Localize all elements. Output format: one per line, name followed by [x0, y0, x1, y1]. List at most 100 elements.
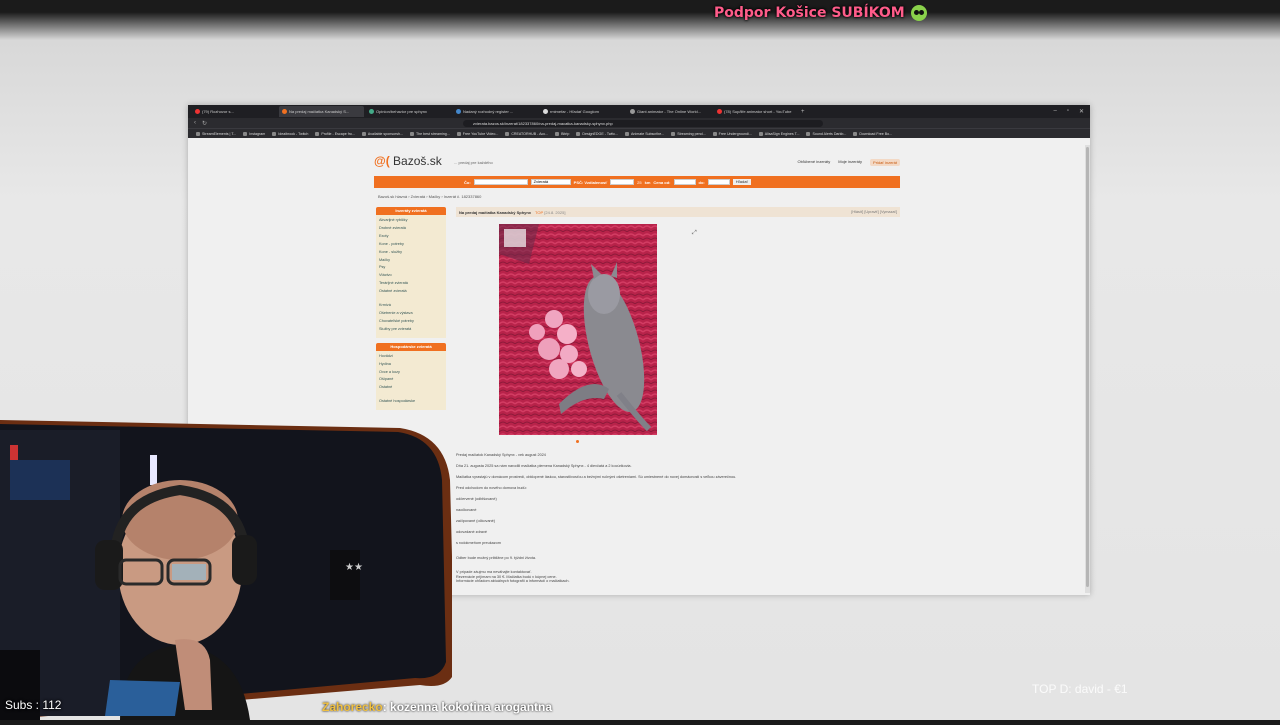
bookmark-item[interactable]: Instagram	[243, 131, 265, 136]
bookmark-item[interactable]: Free YouTube Video...	[456, 131, 498, 136]
window-controls: – ▫ ✕	[1053, 108, 1090, 115]
browser-tab-4[interactable]: rmimefar - Hľadať Googlom	[540, 106, 625, 117]
browser-tab-0[interactable]: (79) Rozhovor s...	[192, 106, 277, 117]
sidebar-item[interactable]: Ošetrenie a výstava	[379, 310, 443, 318]
back-icon[interactable]: ‹	[194, 120, 196, 126]
description-line: Pred odchodom do nového domova budú:	[456, 486, 527, 490]
psc-label: PSČ: Vzdialenosť	[573, 179, 608, 185]
search-label: Čo:	[464, 179, 471, 185]
price-to-input[interactable]	[707, 179, 730, 185]
favorites-link[interactable]: Obľúbené inzeráty	[797, 159, 830, 166]
ad-actions[interactable]: [Hlásiť] [Upraviť] [Vymazať]	[851, 210, 897, 214]
search-button[interactable]: Hľadať	[732, 179, 751, 185]
site-tagline: ... predaj pre každého	[454, 160, 493, 165]
sidebar-item[interactable]: Mačky	[379, 257, 443, 265]
price-to-label: do:	[698, 179, 705, 185]
tab-label: Na predaj mačiatka Kanadský S...	[289, 109, 350, 114]
tab-label: Nadaný rozhodný register ...	[463, 109, 514, 114]
category-select[interactable]: Zvieratá	[530, 179, 571, 185]
site-logo[interactable]: @( Bazoš.sk	[374, 154, 442, 168]
scrollbar-thumb[interactable]	[1086, 147, 1089, 587]
sidebar-item[interactable]: Kone - služby	[379, 249, 443, 257]
bookmark-item[interactable]: Ideaibrook - Twitch	[272, 131, 308, 136]
bookmark-item[interactable]: Animate Subscribe...	[625, 131, 664, 136]
sidebar-box: Hovädzí Hydina Ovce a kozy Ošípané Ostat…	[376, 350, 446, 411]
my-ads-link[interactable]: Moje inzeráty	[838, 159, 862, 166]
tab-label: (78) Sup/life animator short - YouTube	[724, 109, 792, 114]
browser-tab-1[interactable]: Na predaj mačiatka Kanadský S...	[279, 106, 364, 117]
description-line: začipované (očkované)	[456, 519, 496, 523]
chatgpt-favicon-icon	[369, 109, 374, 114]
description-line: odčervené (odblšované)	[456, 497, 497, 501]
browser-tab-3[interactable]: Nadaný rozhodný register ...	[453, 106, 538, 117]
close-icon[interactable]: ✕	[1079, 108, 1084, 115]
bookmark-item[interactable]: AlisaSign Engines T...	[758, 131, 799, 136]
sidebar-item[interactable]: Exoty	[379, 233, 443, 241]
top-donor: TOP D: david - €1	[1032, 682, 1128, 696]
chat-username: Zahorecko	[322, 700, 383, 714]
psc-input[interactable]	[610, 179, 635, 185]
gallery-dot[interactable]	[576, 440, 579, 443]
add-ad-button[interactable]: Pridať inzerát	[870, 159, 900, 166]
ad-photo-sphynx-cat[interactable]	[499, 224, 657, 435]
expand-photo-icon[interactable]: ⤢	[692, 230, 697, 237]
minimize-icon[interactable]: –	[1053, 108, 1056, 115]
sidebar-item[interactable]: Ostatné hospodárske	[379, 398, 443, 406]
reload-icon[interactable]: ↻	[202, 120, 207, 127]
bookmark-item[interactable]: CREATORHUB - Acc...	[505, 131, 548, 136]
sidebar-item[interactable]: Psy	[379, 264, 443, 272]
header-links: Obľúbené inzeráty Moje inzeráty Pridať i…	[797, 159, 900, 166]
description-line: naočkované	[456, 508, 477, 512]
svg-text:★★: ★★	[345, 562, 363, 573]
page-scrollbar[interactable]	[1085, 145, 1090, 593]
address-bar[interactable]: zvierata.bazos.sk/inzerat/182337860/na-p…	[463, 119, 824, 127]
tab-label: Giant animator - The Online World...	[637, 109, 702, 114]
subs-counter: Subs : 112	[5, 698, 62, 712]
sidebar-item[interactable]: Terárijné zvieratá	[379, 280, 443, 288]
sidebar-item[interactable]: Vtáctvo	[379, 272, 443, 280]
km-select[interactable]: 25	[637, 180, 641, 185]
sidebar-item[interactable]: Ostatné zvieratá	[379, 288, 443, 296]
description-line: Predaj mačiatok Kanadský Sphynx - vek au…	[456, 453, 546, 457]
ad-title: Na predaj mačiatka Kanadský Sphynx TOP [2…	[459, 209, 566, 215]
address-row: ‹ ↻ zvierata.bazos.sk/inzerat/182337860/…	[188, 118, 1090, 128]
google-favicon-icon	[543, 109, 548, 114]
sidebar-item[interactable]: Ovce a kozy	[379, 369, 443, 377]
stream-overlay-title: Podpor Košice SUBÍKOM	[714, 3, 927, 23]
browser-tab-5[interactable]: Giant animator - The Online World...	[627, 106, 712, 117]
maximize-icon[interactable]: ▫	[1067, 108, 1069, 115]
bazos-favicon-icon	[282, 109, 287, 114]
new-tab-icon[interactable]: +	[801, 109, 805, 115]
chat-message: Zahorecko: kozenna kokotina arogantna	[322, 700, 552, 714]
browser-tab-6[interactable]: (78) Sup/life animator short - YouTube	[714, 106, 799, 117]
bookmark-item[interactable]: Sound Alerts Darkb...	[806, 131, 846, 136]
bookmark-item[interactable]: Download Free Bo...	[853, 131, 892, 136]
bookmark-item[interactable]: Bitrip	[555, 131, 569, 136]
sidebar-item[interactable]: Hydina	[379, 361, 443, 369]
alien-emoji-icon	[910, 5, 927, 21]
price-from-label: Cena od:	[653, 179, 671, 185]
description-line: Dňa 21. augusta 2025 sa nám narodili mač…	[456, 464, 632, 468]
bookmark-item[interactable]: StreamElements | T...	[196, 131, 236, 136]
sidebar-item[interactable]: Ošípané	[379, 376, 443, 384]
youtube-favicon-icon	[717, 109, 722, 114]
ad-description: Predaj mačiatok Kanadský Sphynx - vek au…	[456, 450, 896, 584]
price-from-input[interactable]	[673, 179, 696, 185]
sidebar-item[interactable]: Krmivá	[379, 302, 443, 310]
sidebar-item[interactable]: Hovädzí	[379, 353, 443, 361]
bookmark-item[interactable]: Profile - Escape fro...	[315, 131, 355, 136]
bookmark-item[interactable]: Streaming pend...	[671, 131, 706, 136]
sidebar-item[interactable]: Služby pre zvieratá	[379, 326, 443, 334]
bookmark-item[interactable]: The best streaming...	[409, 131, 450, 136]
sidebar-item[interactable]: Ostatné	[379, 384, 443, 392]
sidebar-item[interactable]: Drobné zvieratá	[379, 225, 443, 233]
search-input[interactable]	[473, 179, 528, 185]
bookmark-item[interactable]: Free Undergroundi...	[712, 131, 752, 136]
bookmark-item[interactable]: Available sponsorsh...	[361, 131, 403, 136]
browser-tab-2[interactable]: Opinion/behavior pre sphynx	[366, 106, 451, 117]
description-line: Mačiatka vyrastajú v domácom prostredí, …	[456, 475, 737, 479]
sidebar-item[interactable]: Akvarijné rybičky	[379, 217, 443, 225]
sidebar-item[interactable]: Kone - potreby	[379, 241, 443, 249]
sidebar-item[interactable]: Chovateľské potreby	[379, 318, 443, 326]
bookmark-item[interactable]: DesignEDGE - Twitc...	[576, 131, 618, 136]
